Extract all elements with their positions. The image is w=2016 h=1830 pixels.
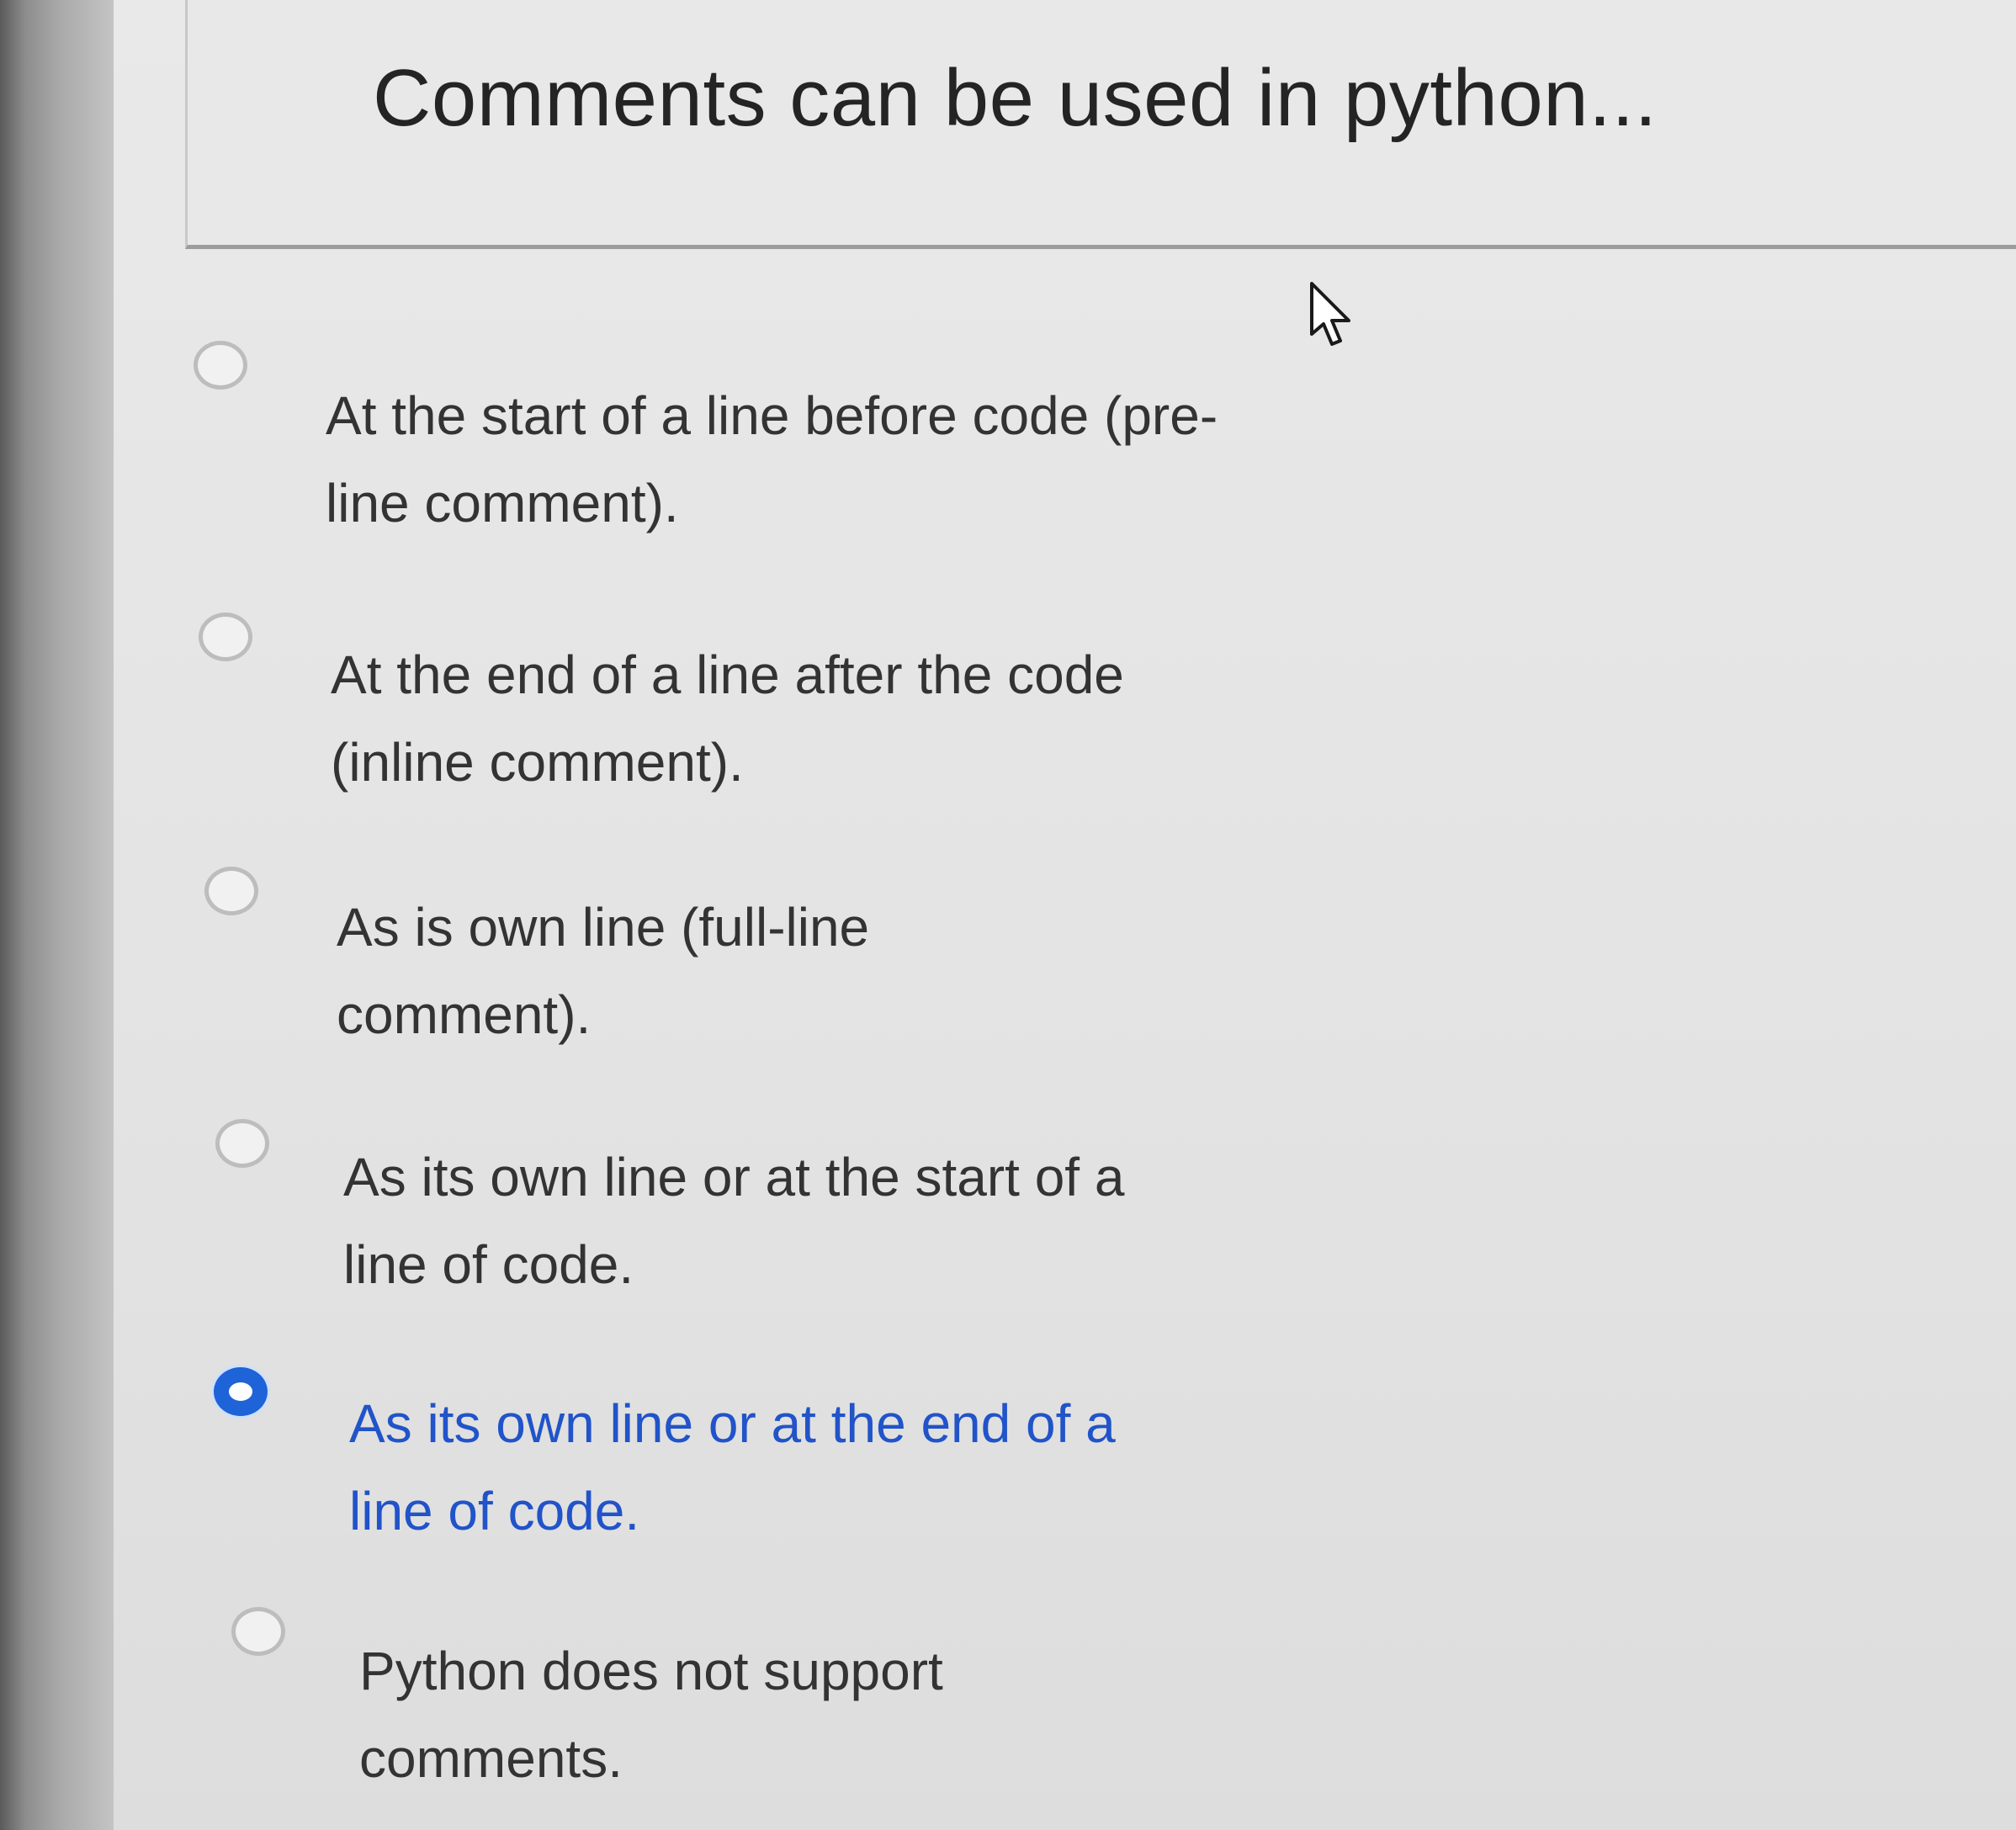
answer-option-line: line of code.: [343, 1234, 634, 1295]
radio-button-icon[interactable]: [231, 1607, 285, 1656]
radio-button-icon[interactable]: [199, 613, 252, 661]
question-header: Comments can be used in python...: [185, 0, 2016, 249]
answer-option-line: Python does not support: [359, 1641, 943, 1701]
answer-option-label: Python does not support comments.: [359, 1627, 943, 1802]
radio-button-icon[interactable]: [194, 341, 247, 390]
answer-option-label: At the end of a line after the code (inl…: [331, 631, 1124, 806]
answer-option-line: line of code.: [349, 1481, 640, 1541]
answer-option-line: At the start of a line before code (pre-: [326, 385, 1218, 446]
radio-button-icon[interactable]: [204, 867, 258, 915]
answer-option-line: As its own line or at the end of a: [349, 1393, 1116, 1454]
answer-option-line: As is own line (full-line: [337, 897, 870, 957]
answer-option-label: At the start of a line before code (pre-…: [326, 372, 1218, 547]
answer-option-label: As its own line or at the end of a line …: [349, 1380, 1116, 1555]
radio-button-icon[interactable]: [215, 1119, 269, 1168]
question-text: Comments can be used in python...: [373, 53, 1658, 143]
answer-option-line: As its own line or at the start of a: [343, 1147, 1125, 1207]
answer-option-label: As is own line (full-line comment).: [337, 883, 869, 1058]
radio-button-selected-icon[interactable]: [214, 1367, 268, 1416]
answer-option-line: At the end of a line after the code: [331, 644, 1124, 705]
answer-option-line: (inline comment).: [331, 732, 744, 793]
answer-option-line: comments.: [359, 1728, 623, 1789]
screen-bezel: [0, 0, 114, 1830]
answer-option-label: As its own line or at the start of a lin…: [343, 1133, 1124, 1308]
answer-option-line: comment).: [337, 984, 592, 1045]
answer-option-line: line comment).: [326, 473, 679, 533]
mouse-pointer-icon: [1310, 282, 1350, 346]
